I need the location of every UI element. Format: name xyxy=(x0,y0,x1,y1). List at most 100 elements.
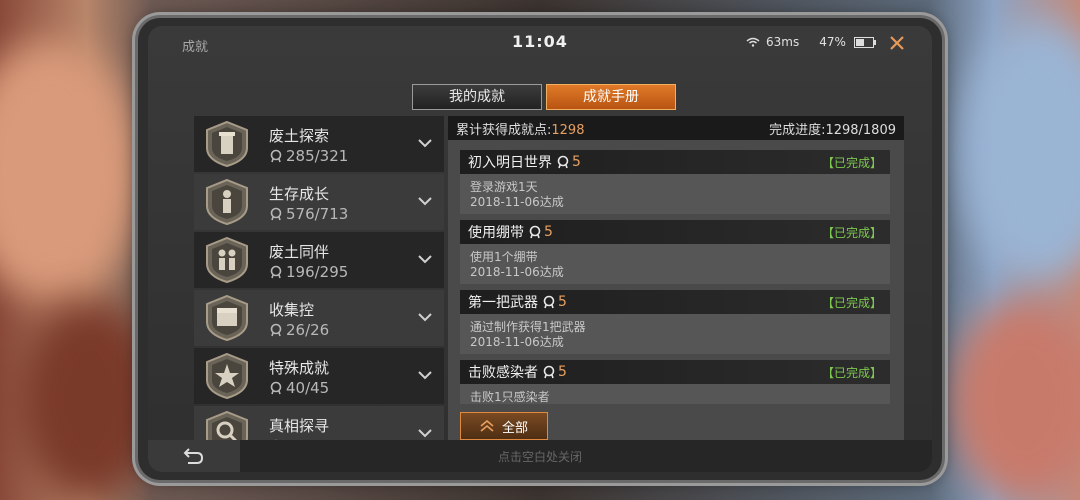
chevron-down-icon[interactable] xyxy=(418,368,432,382)
close-button[interactable] xyxy=(884,30,910,56)
achievement-title: 初入明日世界 xyxy=(468,155,552,171)
filter-label: 全部 xyxy=(501,420,528,436)
medal-icon xyxy=(270,149,282,163)
medal-icon xyxy=(543,295,555,309)
achievement-body: 击败1只感染者 xyxy=(460,384,890,404)
background-blur xyxy=(960,20,1080,280)
companions-emblem-icon xyxy=(206,236,248,284)
chevron-down-icon[interactable] xyxy=(418,426,432,440)
page-title: 成就 xyxy=(182,40,209,55)
chevron-down-icon[interactable] xyxy=(418,194,432,208)
medal-icon xyxy=(529,225,541,239)
achievement-points-value: 5 xyxy=(544,224,553,240)
category-name: 特殊成就 xyxy=(269,359,330,377)
category-score-value: 576/713 xyxy=(286,205,349,223)
achievement-header: 击败感染者 5 【已完成】 xyxy=(460,360,890,384)
chevron-down-icon[interactable] xyxy=(418,136,432,150)
category-item[interactable]: 特殊成就 40/45 xyxy=(194,348,444,404)
category-item[interactable]: 废土探索 285/321 xyxy=(194,116,444,172)
category-name: 生存成长 xyxy=(269,185,330,203)
clock: 11:04 xyxy=(512,32,568,51)
achievement-detail: 累计获得成就点:1298 完成进度:1298/1809 初入明日世界 5 【已完成】… xyxy=(448,116,904,450)
double-chevron-up-icon xyxy=(480,420,494,432)
category-score: 196/295 xyxy=(269,263,348,281)
achievement-body: 使用1个绷带 2018-11-06达成 xyxy=(460,244,890,284)
achievement-title: 使用绷带 xyxy=(468,225,524,241)
wifi-icon xyxy=(746,37,760,47)
achievement-date: 2018-11-06达成 xyxy=(470,265,564,279)
chest-emblem-icon xyxy=(206,294,248,342)
background-blur xyxy=(0,40,140,300)
back-button[interactable] xyxy=(148,440,240,472)
achievement-list[interactable]: 初入明日世界 5 【已完成】 登录游戏1天 2018-11-06达成 使用绷带 5 【已完成】… xyxy=(460,150,890,404)
achievement-item: 初入明日世界 5 【已完成】登录游戏1天 2018-11-06达成 xyxy=(460,150,890,214)
achievement-title: 第一把武器 xyxy=(468,295,538,311)
category-name: 真相探寻 xyxy=(269,417,330,435)
category-score: 26/26 xyxy=(269,321,329,339)
achievement-points-value: 5 xyxy=(558,294,567,310)
achievement-description: 通过制作获得1把武器 xyxy=(470,320,586,334)
achievement-header: 使用绷带 5 【已完成】 xyxy=(460,220,890,244)
achievement-body: 通过制作获得1把武器 2018-11-06达成 xyxy=(460,314,890,354)
back-arrow-icon xyxy=(183,448,204,464)
survivor-emblem-icon xyxy=(206,178,248,226)
achievement-points-value: 5 xyxy=(572,154,581,170)
panel-screen: 成就 11:04 63ms 47% 我的成就 成就手册 废土探索 285/321… xyxy=(148,26,932,472)
achievement-item: 击败感染者 5 【已完成】击败1只感染者 xyxy=(460,360,890,404)
category-score-value: 196/295 xyxy=(286,263,349,281)
status-badge: 【已完成】 xyxy=(821,365,882,380)
tab-my-achievements[interactable]: 我的成就 xyxy=(412,84,542,110)
close-icon xyxy=(890,36,904,50)
category-score-value: 285/321 xyxy=(286,147,349,165)
top-bar: 成就 11:04 63ms 47% xyxy=(148,26,932,60)
category-name: 废土同伴 xyxy=(269,243,330,261)
category-score: 40/45 xyxy=(269,379,329,397)
chevron-down-icon[interactable] xyxy=(418,252,432,266)
tab-bar: 我的成就 成就手册 xyxy=(412,84,676,110)
medal-icon xyxy=(543,365,555,379)
achievement-title: 击败感染者 xyxy=(468,365,538,381)
status-badge: 【已完成】 xyxy=(821,225,882,240)
achievement-header: 第一把武器 5 【已完成】 xyxy=(460,290,890,314)
close-hint[interactable]: 点击空白处关闭 xyxy=(148,448,932,465)
medal-icon xyxy=(270,381,282,395)
achievement-panel: 成就 11:04 63ms 47% 我的成就 成就手册 废土探索 285/321… xyxy=(138,18,942,480)
category-score: 285/321 xyxy=(269,147,348,165)
category-score-value: 26/26 xyxy=(286,321,330,339)
category-list[interactable]: 废土探索 285/321 生存成长 576/713 废土同伴 196/295 收集控 26/2… xyxy=(194,116,444,452)
background-blur xyxy=(950,300,1080,500)
category-name: 收集控 xyxy=(269,301,315,319)
points-value: 1298 xyxy=(551,122,585,138)
category-item[interactable]: 生存成长 576/713 xyxy=(194,174,444,230)
tab-achievement-handbook[interactable]: 成就手册 xyxy=(546,84,676,110)
medal-icon xyxy=(270,265,282,279)
achievement-points: 5 xyxy=(556,154,581,170)
achievement-points: 5 xyxy=(542,294,567,310)
ping-value: 63ms xyxy=(766,35,800,49)
battery-fill xyxy=(855,38,864,46)
achievement-date: 2018-11-06达成 xyxy=(470,335,564,349)
achievement-points: 5 xyxy=(528,224,553,240)
category-name: 废土探索 xyxy=(269,127,330,145)
category-item[interactable]: 收集控 26/26 xyxy=(194,290,444,346)
points-label: 累计获得成就点: xyxy=(456,122,552,138)
achievement-body: 登录游戏1天 2018-11-06达成 xyxy=(460,174,890,214)
star-emblem-icon xyxy=(206,352,248,400)
achievement-description: 击败1只感染者 xyxy=(470,390,550,404)
category-item[interactable]: 废土同伴 196/295 xyxy=(194,232,444,288)
status-badge: 【已完成】 xyxy=(821,155,882,170)
bottom-bar: 点击空白处关闭 xyxy=(148,440,932,472)
filter-all-button[interactable]: 全部 xyxy=(460,412,548,440)
achievement-header: 初入明日世界 5 【已完成】 xyxy=(460,150,890,174)
category-score: 576/713 xyxy=(269,205,348,223)
points-summary: 累计获得成就点:1298 xyxy=(456,119,584,138)
achievement-points-value: 5 xyxy=(558,364,567,380)
progress-summary: 完成进度:1298/1809 xyxy=(769,122,896,138)
achievement-description: 使用1个绷带 xyxy=(470,250,538,264)
chevron-down-icon[interactable] xyxy=(418,310,432,324)
tower-emblem-icon xyxy=(206,120,248,168)
achievement-description: 登录游戏1天 xyxy=(470,180,538,194)
status-indicators: 63ms 47% xyxy=(746,35,876,49)
category-score-value: 40/45 xyxy=(286,379,330,397)
medal-icon xyxy=(270,323,282,337)
